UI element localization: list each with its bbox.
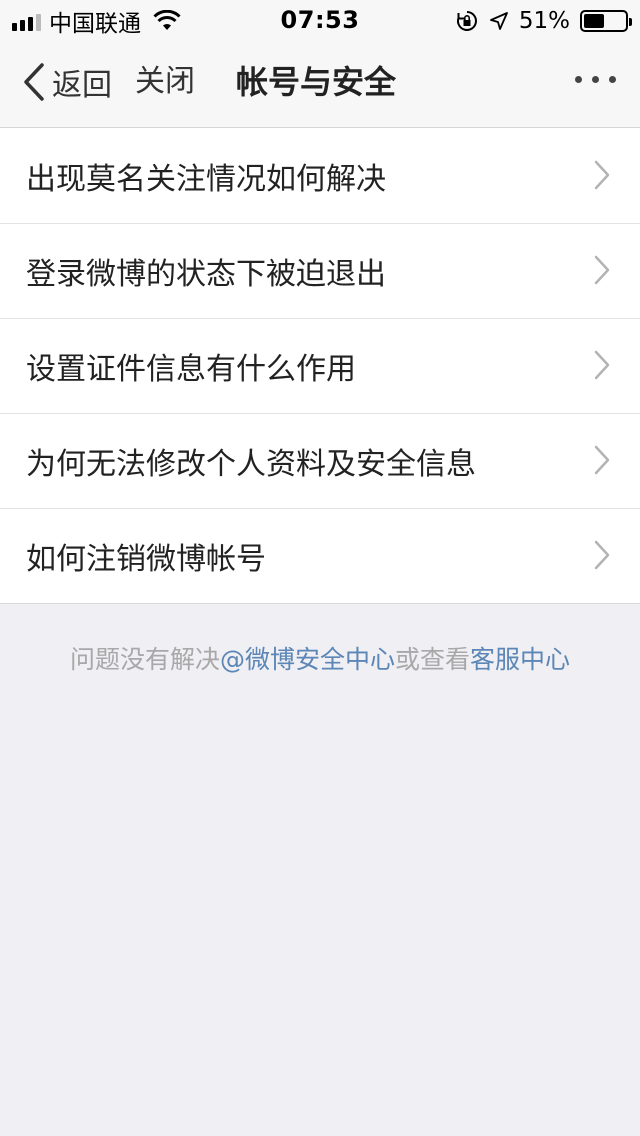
chevron-left-icon [24,63,44,101]
location-icon [489,12,508,30]
chevron-right-icon [594,540,610,570]
page-title: 帐号与安全 [236,63,397,101]
more-dots-icon[interactable] [575,76,616,83]
list-item-label: 登录微博的状态下被迫退出 [26,256,386,292]
help-text: 问题没有解决@微博安全中心或查看客服中心 [0,640,640,676]
back-label: 返回 [52,68,112,103]
battery-fill [584,14,605,28]
customer-service-link[interactable]: 客服中心 [470,645,570,674]
list-item-label: 设置证件信息有什么作用 [26,351,356,387]
back-button[interactable]: 返回 [22,60,112,104]
chevron-right-icon [594,255,610,285]
list-item[interactable]: 登录微博的状态下被迫退出 [0,223,640,318]
battery-icon [580,10,632,32]
battery-percent: 51% [518,8,570,34]
list-item[interactable]: 为何无法修改个人资料及安全信息 [0,413,640,508]
list-item-label: 如何注销微博帐号 [26,541,266,577]
chevron-right-icon [594,445,610,475]
status-bar: 中国联通 07:53 51% [0,0,640,40]
close-button[interactable]: 关闭 [135,60,195,104]
nav-bar: 返回 关闭 帐号与安全 [0,40,640,128]
chevron-right-icon [594,350,610,380]
list-item-label: 为何无法修改个人资料及安全信息 [26,446,476,482]
help-prefix: 问题没有解决 [69,645,220,674]
list-item[interactable]: 如何注销微博帐号 [0,508,640,603]
list-item[interactable]: 出现莫名关注情况如何解决 [0,128,640,223]
list-item[interactable]: 设置证件信息有什么作用 [0,318,640,413]
list-item-label: 出现莫名关注情况如何解决 [26,161,386,197]
faq-list: 出现莫名关注情况如何解决 登录微博的状态下被迫退出 设置证件信息有什么作用 为何… [0,128,640,604]
chevron-right-icon [594,160,610,190]
orientation-lock-icon [456,11,477,31]
help-middle: 或查看 [395,645,471,674]
security-center-link[interactable]: @微博安全中心 [220,645,395,674]
status-right: 51% [455,6,632,36]
